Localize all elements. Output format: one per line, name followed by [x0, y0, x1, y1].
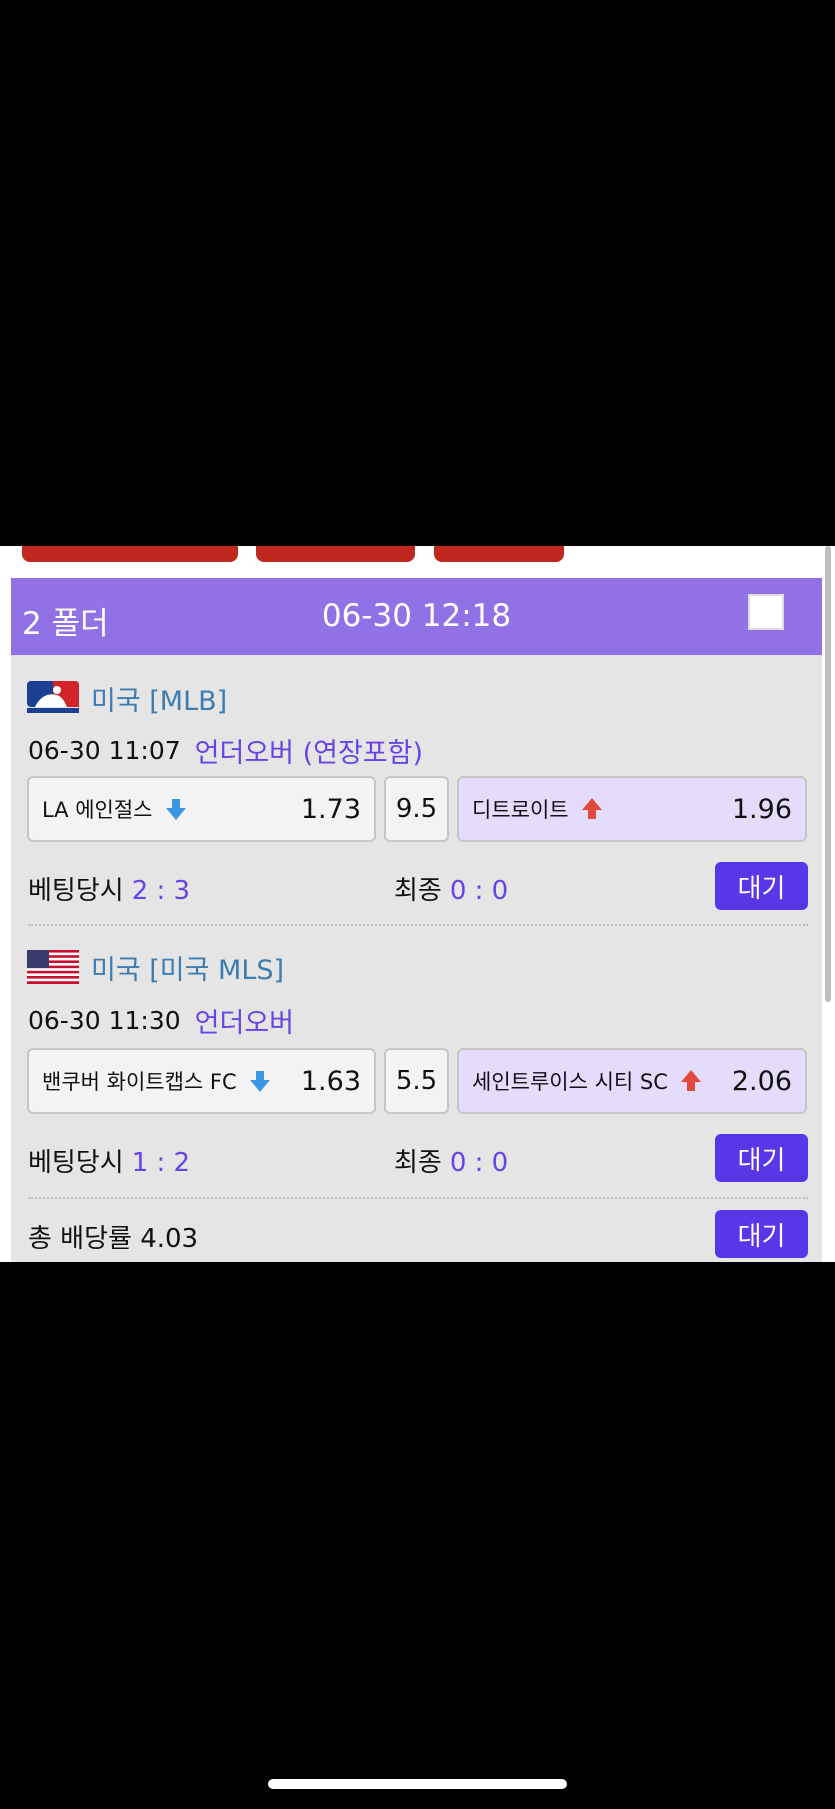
handicap-line: 5.5	[384, 1048, 449, 1114]
result-row: 베팅당시 2 : 3 최종 0 : 0 대기	[28, 862, 808, 912]
handicap-line: 9.5	[384, 776, 449, 842]
home-team-wrap: LA 에인절스	[42, 794, 187, 824]
filter-tab[interactable]	[256, 546, 415, 562]
match-meta: 06-30 11:07 언더오버 (연장포함)	[28, 731, 423, 770]
final-label: 최종	[394, 1148, 442, 1178]
league-name: 미국 [미국 MLS]	[91, 954, 285, 986]
market-type: 언더오버 (연장포함)	[194, 738, 424, 769]
away-team-name: 세인트루이스 시티 SC	[472, 1070, 668, 1094]
final-score: 최종 0 : 0	[394, 1142, 508, 1179]
away-odds-button[interactable]: 세인트루이스 시티 SC 2.06	[457, 1048, 807, 1114]
match-time: 06-30 11:30	[28, 1006, 181, 1035]
bet-time-label: 베팅당시	[28, 876, 124, 906]
result-row: 베팅당시 1 : 2 최종 0 : 0 대기	[28, 1134, 808, 1184]
league-row: 미국 [미국 MLS]	[27, 950, 285, 986]
odds-row: 밴쿠버 화이트캡스 FC 1.63 5.5 세인트루이스 시티 SC 2.06	[27, 1048, 807, 1114]
total-odds: 총 배당률 4.03	[28, 1224, 199, 1254]
match-item: 미국 [MLB] 06-30 11:07 언더오버 (연장포함) LA 에인절스…	[11, 655, 822, 925]
scrollbar[interactable]	[825, 546, 831, 1002]
away-team-wrap: 디트로이트	[472, 794, 603, 824]
home-odds-value: 1.63	[300, 1065, 361, 1097]
match-meta: 06-30 11:30 언더오버	[28, 1001, 294, 1040]
away-odds-button[interactable]: 디트로이트 1.96	[457, 776, 807, 842]
home-team-wrap: 밴쿠버 화이트캡스 FC	[42, 1066, 271, 1096]
status-button[interactable]: 대기	[715, 1134, 808, 1182]
filter-tab[interactable]	[22, 546, 238, 562]
final-score: 최종 0 : 0	[394, 870, 508, 907]
mlb-logo-icon	[27, 681, 79, 713]
league-name: 미국 [MLB]	[91, 685, 228, 717]
bet-history-viewport: 2 폴더 06-30 12:18 미국 [MLB] 06-30 11:07 언더…	[0, 546, 835, 1262]
bet-time-score-value: 1 : 2	[131, 1148, 191, 1178]
bet-datetime: 06-30 12:18	[321, 598, 512, 634]
select-checkbox[interactable]	[748, 594, 784, 630]
filter-tabs	[0, 546, 835, 566]
home-team-name: 밴쿠버 화이트캡스 FC	[42, 1070, 237, 1094]
away-team-name: 디트로이트	[472, 798, 569, 822]
home-odds-button[interactable]: 밴쿠버 화이트캡스 FC 1.63	[27, 1048, 376, 1114]
arrow-up-icon	[680, 1070, 701, 1091]
home-indicator[interactable]	[268, 1779, 567, 1789]
final-score-value: 0 : 0	[449, 876, 509, 906]
bet-slip-card: 2 폴더 06-30 12:18 미국 [MLB] 06-30 11:07 언더…	[11, 578, 822, 1262]
status-button[interactable]: 대기	[715, 862, 808, 910]
match-item: 미국 [미국 MLS] 06-30 11:30 언더오버 밴쿠버 화이트캡스 F…	[11, 926, 822, 1196]
away-odds-value: 1.96	[731, 793, 792, 825]
bet-slip-header: 2 폴더 06-30 12:18	[11, 578, 822, 655]
odds-row: LA 에인절스 1.73 9.5 디트로이트 1.96	[27, 776, 807, 842]
bet-time-score: 베팅당시 2 : 3	[28, 870, 190, 907]
arrow-up-icon	[581, 798, 602, 819]
home-odds-button[interactable]: LA 에인절스 1.73	[27, 776, 376, 842]
final-score-value: 0 : 0	[449, 1148, 509, 1178]
usa-flag-icon	[27, 950, 79, 984]
total-row: 총 배당률 4.03 대기	[28, 1210, 808, 1258]
bet-time-score: 베팅당시 1 : 2	[28, 1142, 190, 1179]
home-odds-value: 1.73	[300, 793, 361, 825]
bet-time-score-value: 2 : 3	[131, 876, 191, 906]
filter-tab[interactable]	[434, 546, 564, 562]
away-team-wrap: 세인트루이스 시티 SC	[472, 1066, 702, 1096]
market-type: 언더오버	[194, 1008, 295, 1039]
total-status-button[interactable]: 대기	[715, 1210, 808, 1258]
arrow-down-icon	[249, 1071, 270, 1092]
arrow-down-icon	[165, 799, 186, 820]
match-time: 06-30 11:07	[28, 736, 181, 765]
league-row: 미국 [MLB]	[27, 681, 228, 717]
away-odds-value: 2.06	[731, 1065, 792, 1097]
final-label: 최종	[394, 876, 442, 906]
home-team-name: LA 에인절스	[42, 798, 153, 822]
bet-time-label: 베팅당시	[28, 1148, 124, 1178]
divider	[28, 1197, 808, 1199]
